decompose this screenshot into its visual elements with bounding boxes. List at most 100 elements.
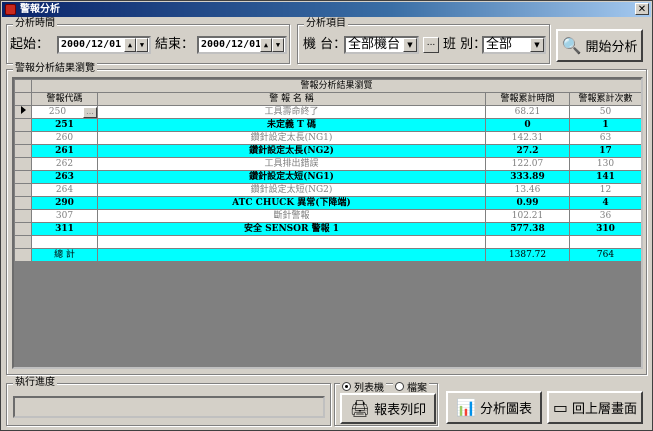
cell-code[interactable] — [31, 235, 98, 249]
cell-name[interactable] — [97, 235, 486, 249]
cell-code[interactable]: 251 — [31, 118, 98, 132]
cell-count[interactable]: 63 — [568, 131, 641, 145]
cell-name[interactable]: 安全 SENSOR 警報 1 — [97, 222, 486, 236]
cell-time[interactable]: 577.38 — [485, 222, 570, 236]
cell-code[interactable]: 總 計 — [31, 248, 98, 262]
cell-name[interactable]: 未定義 T 碼 — [97, 118, 486, 132]
table-row[interactable]: 307 斷針警報 102.21 36 — [14, 209, 641, 223]
spin-down-icon[interactable]: ▼ — [136, 38, 148, 52]
cell-browse-button[interactable]: ... — [83, 106, 97, 118]
table-row[interactable]: 260 鑽針設定太長(NG1) 142.31 63 — [14, 131, 641, 145]
row-selector[interactable] — [14, 131, 32, 145]
cell-code[interactable]: 264 — [31, 183, 98, 197]
row-selector[interactable] — [14, 222, 32, 236]
close-button[interactable]: ✕ — [635, 3, 649, 15]
shift-select[interactable]: 全部 ▼ — [482, 36, 546, 54]
print-report-button[interactable]: 🖨 報表列印 — [340, 393, 436, 424]
cell-time[interactable]: 68.21 — [485, 105, 570, 119]
row-selector[interactable] — [14, 157, 32, 171]
cell-name[interactable]: 鑽針設定太短(NG2) — [97, 183, 486, 197]
end-date-picker[interactable]: 2000/12/01 ▲ ▼ — [197, 36, 287, 54]
column-header-time[interactable]: 警報累計時間 — [485, 92, 570, 106]
cell-time[interactable]: 27.2 — [485, 144, 570, 158]
cell-code[interactable]: 250... — [31, 105, 98, 119]
table-row[interactable]: 290 ATC CHUCK 異常(下降端) 0.99 4 — [14, 196, 641, 210]
cell-time[interactable]: 333.89 — [485, 170, 570, 184]
cell-name[interactable]: 鑽針設定太短(NG1) — [97, 170, 486, 184]
spin-up-icon[interactable]: ▲ — [260, 38, 272, 52]
row-selector[interactable] — [14, 170, 32, 184]
row-selector[interactable] — [14, 144, 32, 158]
cell-code-text: 251 — [55, 119, 74, 130]
cell-time[interactable] — [485, 235, 570, 249]
cell-count[interactable]: 36 — [568, 209, 641, 223]
table-row[interactable]: 250... 工具壽命終了 68.21 50 — [14, 105, 641, 119]
cell-count[interactable]: 4 — [568, 196, 641, 210]
machine-browse-button[interactable]: ... — [423, 37, 439, 53]
row-selector[interactable] — [14, 209, 32, 223]
row-selector[interactable] — [14, 196, 32, 210]
cell-time[interactable]: 1387.72 — [485, 248, 570, 262]
shift-label: 班 別： — [443, 37, 487, 52]
table-row[interactable]: 總 計 1387.72 764 — [14, 248, 641, 262]
cell-name[interactable]: 工具排出錯誤 — [97, 157, 486, 171]
analysis-chart-button[interactable]: 📊 分析圖表 — [446, 391, 542, 424]
cell-code[interactable]: 260 — [31, 131, 98, 145]
cell-code[interactable]: 307 — [31, 209, 98, 223]
row-selector[interactable] — [14, 248, 32, 262]
cell-code[interactable]: 311 — [31, 222, 98, 236]
column-header-count[interactable]: 警報累計次數 — [568, 92, 641, 106]
corner-cell — [14, 92, 32, 106]
results-grid[interactable]: 警報分析結果瀏覽 警報代碼 警 報 名 稱 警報累計時間 警報累計次數 250.… — [12, 77, 643, 369]
table-row[interactable]: 264 鑽針設定太短(NG2) 13.46 12 — [14, 183, 641, 197]
cell-time[interactable]: 142.31 — [485, 131, 570, 145]
cell-code[interactable]: 263 — [31, 170, 98, 184]
cell-count[interactable]: 141 — [568, 170, 641, 184]
cell-time[interactable]: 122.07 — [485, 157, 570, 171]
column-header-code[interactable]: 警報代碼 — [31, 92, 98, 106]
cell-count[interactable]: 12 — [568, 183, 641, 197]
cell-code[interactable]: 290 — [31, 196, 98, 210]
row-selector[interactable] — [14, 105, 32, 119]
row-selector[interactable] — [14, 235, 32, 249]
cell-name[interactable]: 斷針警報 — [97, 209, 486, 223]
table-row[interactable]: 262 工具排出錯誤 122.07 130 — [14, 157, 641, 171]
cell-count[interactable]: 50 — [568, 105, 641, 119]
spin-up-icon[interactable]: ▲ — [124, 38, 136, 52]
chevron-down-icon[interactable]: ▼ — [530, 38, 544, 52]
radio-file[interactable]: 檔案 — [393, 379, 429, 394]
cell-count[interactable]: 130 — [568, 157, 641, 171]
cell-code[interactable]: 261 — [31, 144, 98, 158]
chevron-down-icon[interactable]: ▼ — [403, 38, 417, 52]
spin-down-icon[interactable]: ▼ — [272, 38, 284, 52]
cell-name[interactable]: 工具壽命終了 — [97, 105, 486, 119]
start-date-picker[interactable]: 2000/12/01 ▲ ▼ — [57, 36, 151, 54]
table-row[interactable]: 263 鑽針設定太短(NG1) 333.89 141 — [14, 170, 641, 184]
cell-code-text: 311 — [55, 223, 74, 234]
cell-code[interactable]: 262 — [31, 157, 98, 171]
machine-select[interactable]: 全部機台 ▼ — [344, 36, 419, 54]
cell-count[interactable]: 1 — [568, 118, 641, 132]
row-selector[interactable] — [14, 183, 32, 197]
cell-count[interactable]: 310 — [568, 222, 641, 236]
radio-printer[interactable]: 列表機 — [340, 379, 386, 394]
cell-name[interactable]: ATC CHUCK 異常(下降端) — [97, 196, 486, 210]
table-row[interactable]: 261 鑽針設定太長(NG2) 27.2 17 — [14, 144, 641, 158]
cell-count[interactable]: 764 — [568, 248, 641, 262]
table-row[interactable] — [14, 235, 641, 249]
cell-name[interactable]: 鑽針設定太長(NG1) — [97, 131, 486, 145]
cell-time[interactable]: 102.21 — [485, 209, 570, 223]
cell-time[interactable]: 0.99 — [485, 196, 570, 210]
table-row[interactable]: 251 未定義 T 碼 0 1 — [14, 118, 641, 132]
cell-time[interactable]: 13.46 — [485, 183, 570, 197]
table-row[interactable]: 311 安全 SENSOR 警報 1 577.38 310 — [14, 222, 641, 236]
row-selector[interactable] — [14, 118, 32, 132]
cell-time[interactable]: 0 — [485, 118, 570, 132]
column-header-name[interactable]: 警 報 名 稱 — [97, 92, 486, 106]
cell-count[interactable] — [568, 235, 641, 249]
back-button[interactable]: ▭ 回上層畫面 — [547, 391, 643, 424]
cell-count[interactable]: 17 — [568, 144, 641, 158]
cell-name[interactable] — [97, 248, 486, 262]
cell-name[interactable]: 鑽針設定太長(NG2) — [97, 144, 486, 158]
start-analysis-button[interactable]: 🔍 開始分析 — [556, 29, 643, 62]
